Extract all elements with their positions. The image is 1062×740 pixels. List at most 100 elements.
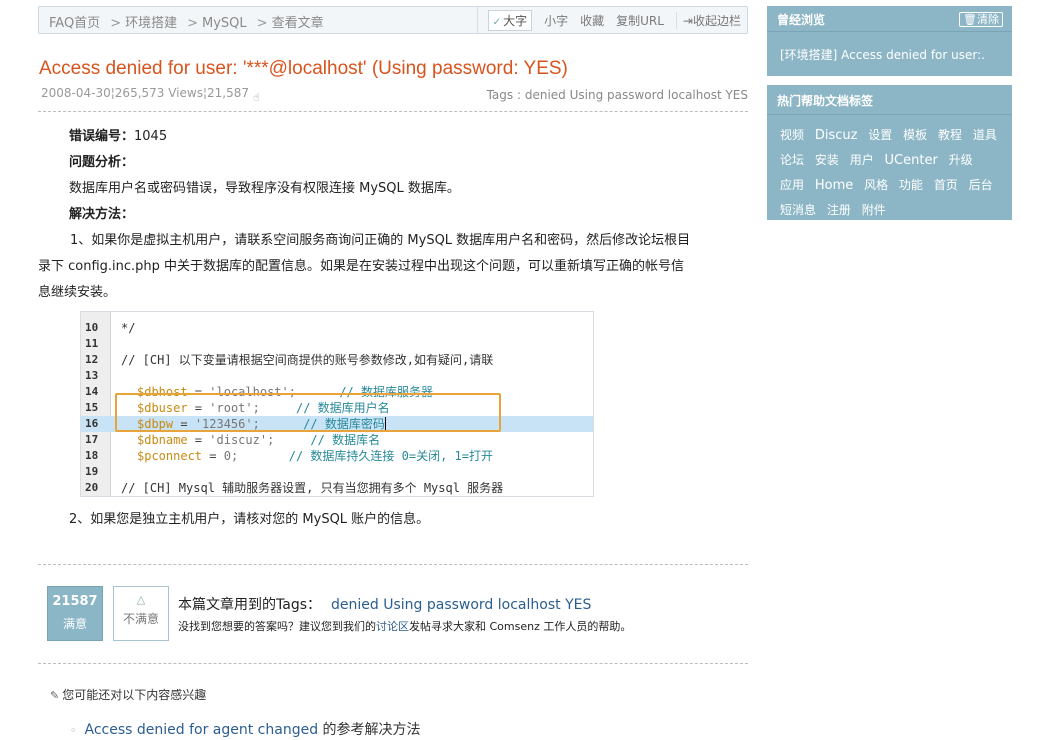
collapse-sidebar-button[interactable]: ⇥收起边栏 — [675, 11, 741, 29]
vote-satisfied-button[interactable]: 21587 满意 — [47, 586, 103, 641]
small-font-button[interactable]: 小字 — [544, 12, 568, 29]
line-number: 11 — [85, 337, 99, 350]
hot-tag[interactable]: 后台 — [969, 178, 993, 192]
big-font-button[interactable]: ✓ 大字 — [487, 9, 533, 31]
code-line: 19 — [81, 464, 593, 480]
history-panel: 曾经浏览 🗑清除 [环境搭建] Access denied for user:. — [767, 6, 1012, 76]
triangle-up-icon: △ — [136, 593, 146, 606]
clear-history-button[interactable]: 🗑清除 — [959, 12, 1003, 27]
breadcrumb-separator: > — [256, 16, 268, 31]
code-comment: // 数据库名 — [310, 433, 381, 447]
history-item[interactable]: [环境搭建] Access denied for user:. — [780, 46, 1005, 63]
hot-tag[interactable]: 首页 — [934, 178, 958, 192]
code-text: // [CH] Mysql 辅助服务器设置, 只有当您拥有多个 Mysql 服务… — [121, 481, 504, 495]
hot-tag[interactable]: 注册 — [827, 203, 851, 217]
hot-tag[interactable]: 用户 — [850, 153, 874, 167]
article-tags: Tags : denied Using password localhost Y… — [487, 88, 748, 102]
solution-1-line3: 息继续安装。 — [38, 285, 117, 300]
hot-tag[interactable]: 论坛 — [780, 153, 804, 167]
error-code-label: 错误编号： — [69, 129, 135, 144]
hot-tag[interactable]: 附件 — [862, 203, 886, 217]
breadcrumb-separator: > — [110, 16, 122, 31]
vote-unsatisfied-button[interactable]: △ 不满意 — [113, 586, 169, 641]
code-line: 13 — [81, 368, 593, 384]
error-code-value: 1045 — [134, 129, 168, 144]
breadcrumb-env-setup[interactable]: 环境搭建 — [125, 16, 177, 31]
tags-used-links[interactable]: denied Using password localhost YES — [331, 597, 591, 613]
hot-tag[interactable]: 道具 — [973, 128, 997, 142]
hot-tag[interactable]: 设置 — [868, 128, 892, 142]
hot-tags-panel: 热门帮助文档标签 视频 Discuz 设置 模板 教程 道具 论坛 安装 用户 … — [767, 85, 1012, 220]
code-line: 17 $dbname = 'discuz'; // 数据库名 — [85, 433, 381, 447]
line-number: 18 — [85, 449, 99, 462]
unsatisfied-label: 不满意 — [122, 612, 159, 626]
code-line: 11 — [81, 336, 593, 352]
analysis-text: 数据库用户名或密码错误，导致程序没有权限连接 MySQL 数据库。 — [69, 181, 460, 196]
favorite-button[interactable]: 收藏 — [580, 12, 604, 29]
article-body: 错误编号：1045 问题分析： 数据库用户名或密码错误，导致程序没有权限连接 M… — [38, 124, 744, 306]
tags-label: Tags : — [486, 88, 522, 102]
tags-used-label: 本篇文章用到的Tags： — [178, 597, 321, 613]
divider — [38, 111, 748, 112]
hot-tags-header: 热门帮助文档标签 — [767, 85, 1012, 115]
line-number: 19 — [85, 465, 99, 478]
tags-list[interactable]: denied Using password localhost YES — [525, 88, 748, 102]
hot-tag[interactable]: 短消息 — [780, 203, 816, 217]
hot-tag[interactable]: 风格 — [864, 178, 888, 192]
hot-tag[interactable]: 升级 — [949, 153, 973, 167]
code-variable: $pconnect — [137, 449, 203, 463]
main-content: FAQ首页 > 环境搭建 > MySQL > 查看文章 ✓ 大字 小字 收藏 复制URL ⇥收… — [38, 6, 748, 738]
arrow-right-icon: ⇥ — [682, 13, 693, 28]
satisfied-count: 21587 — [52, 594, 98, 609]
solution-label: 解决方法： — [69, 207, 135, 222]
code-line: 10 */ — [81, 320, 593, 336]
satisfied-label: 满意 — [62, 617, 87, 631]
related-heading: ✎ 您可能还对以下内容感兴趣 — [50, 688, 207, 702]
forum-link[interactable]: 讨论区 — [376, 620, 409, 633]
pin-icon: ✎ — [50, 689, 60, 702]
code-text: */ — [121, 321, 136, 335]
code-screenshot: 10 */ 11 12 // [CH] 以下变量请根据空间商提供的账号参数修改,如有疑问… — [80, 311, 594, 497]
code-value: 'discuz'; — [209, 433, 275, 447]
code-line: 12 // [CH] 以下变量请根据空间商提供的账号参数修改,如有疑问,请联 — [81, 352, 593, 368]
hot-tag[interactable]: Home — [815, 178, 853, 193]
related-link[interactable]: Access denied for agent changed — [85, 722, 319, 738]
code-line: 18 $pconnect = 0; // 数据库持久连接 0=关闭, 1=打开 — [85, 449, 493, 463]
line-number: 12 — [85, 353, 99, 366]
breadcrumb-current: 查看文章 — [271, 16, 324, 31]
code-variable: $dbname — [137, 433, 188, 447]
hot-tag[interactable]: 应用 — [780, 178, 804, 192]
help-text: 没找到您想要的答案吗？建议您到我们的讨论区发帖寻求大家和 Comsenz 工作人… — [178, 620, 632, 633]
tag-cloud: 视频 Discuz 设置 模板 教程 道具 论坛 安装 用户 UCenter 升… — [780, 123, 1010, 222]
breadcrumb-faq-home[interactable]: FAQ首页 — [49, 16, 100, 31]
line-number: 10 — [85, 321, 99, 334]
hot-tag[interactable]: Discuz — [815, 128, 858, 143]
related-item: ◦ Access denied for agent changed 的参考解决方法 — [70, 722, 421, 738]
hot-tag[interactable]: 模板 — [903, 128, 927, 142]
top-nav-bar: FAQ首页 > 环境搭建 > MySQL > 查看文章 ✓ 大字 小字 收藏 复制URL ⇥收… — [38, 6, 748, 34]
line-number: 17 — [85, 433, 99, 446]
divider — [38, 564, 748, 565]
bullet-icon: ◦ — [70, 724, 77, 737]
check-icon: ✓ — [492, 16, 502, 28]
trash-icon: 🗑 — [963, 13, 977, 26]
solution-2: 2、如果您是独立主机用户，请核对您的 MySQL 账户的信息。 — [69, 512, 430, 527]
article-date: 2008-04-30 — [41, 86, 111, 100]
hot-tag[interactable]: 教程 — [938, 128, 962, 142]
hot-tag[interactable]: UCenter — [885, 153, 938, 168]
code-line: 20 // [CH] Mysql 辅助服务器设置, 只有当您拥有多个 Mysql … — [81, 480, 593, 496]
copy-url-button[interactable]: 复制URL — [616, 12, 664, 29]
code-value: 0; — [223, 449, 239, 463]
hot-tag[interactable]: 功能 — [899, 178, 923, 192]
hot-tag[interactable]: 安装 — [815, 153, 839, 167]
article-count: 21,587 — [207, 86, 250, 100]
line-number: 15 — [85, 401, 99, 414]
breadcrumb-mysql[interactable]: MySQL — [202, 16, 247, 31]
annotation-highlight-box — [115, 393, 501, 432]
breadcrumb-separator: > — [187, 16, 199, 31]
article-meta: 2008-04-30¦265,573 Views¦21,587 ☝ — [41, 86, 260, 104]
analysis-label: 问题分析： — [69, 155, 135, 170]
line-number: 13 — [85, 369, 99, 382]
hot-tag[interactable]: 视频 — [780, 128, 804, 142]
article-views: 265,573 Views — [114, 86, 203, 100]
